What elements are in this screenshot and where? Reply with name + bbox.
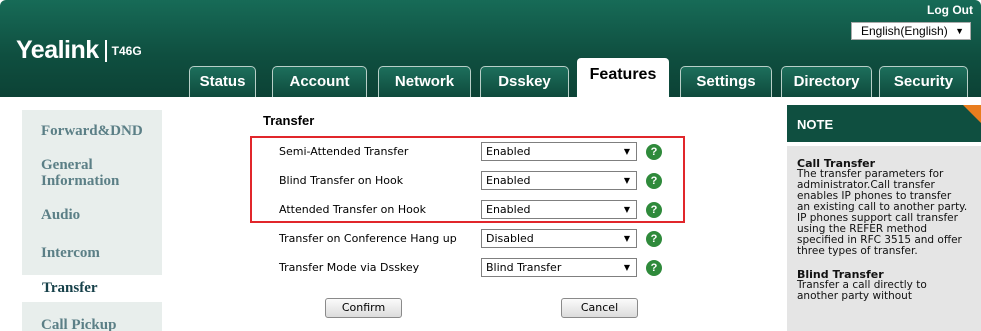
note-line: another party without (797, 290, 912, 302)
main-tabs: Status Account Network Dsskey Features S… (0, 0, 981, 97)
select-transfer-on-conference-hang-up[interactable]: Disabled ▼ (481, 229, 637, 248)
select-value: Enabled (486, 203, 531, 216)
select-value: Enabled (486, 145, 531, 158)
dropdown-arrow-icon: ▼ (623, 147, 630, 156)
note-line: three types of transfer. (797, 245, 918, 257)
sidebar-item-audio[interactable]: Audio (22, 207, 162, 223)
note-header: NOTE (787, 105, 981, 142)
label-transfer-on-conference-hang-up: Transfer on Conference Hang up (279, 232, 457, 245)
tab-security[interactable]: Security (879, 66, 968, 97)
select-value: Blind Transfer (486, 261, 562, 274)
tab-settings[interactable]: Settings (680, 66, 772, 97)
sidebar-item-transfer[interactable]: Transfer (22, 275, 162, 302)
sidebar-item-intercom[interactable]: Intercom (22, 245, 162, 261)
select-transfer-mode-via-dsskey[interactable]: Blind Transfer ▼ (481, 258, 637, 277)
sidebar-item-call-pickup[interactable]: Call Pickup (22, 317, 162, 331)
help-icon[interactable]: ? (646, 144, 662, 160)
corner-fold-icon (963, 105, 981, 123)
select-value: Enabled (486, 174, 531, 187)
help-icon[interactable]: ? (646, 260, 662, 276)
select-semi-attended-transfer[interactable]: Enabled ▼ (481, 142, 637, 161)
tab-account[interactable]: Account (272, 66, 367, 97)
note-title: NOTE (797, 117, 834, 132)
dropdown-arrow-icon: ▼ (623, 205, 630, 214)
confirm-button[interactable]: Confirm (325, 298, 402, 318)
dropdown-arrow-icon: ▼ (623, 176, 630, 185)
tab-features[interactable]: Features (576, 57, 670, 97)
tab-status[interactable]: Status (189, 66, 256, 97)
label-attended-transfer-on-hook: Attended Transfer on Hook (279, 203, 426, 216)
dropdown-arrow-icon: ▼ (623, 263, 630, 272)
label-semi-attended-transfer: Semi-Attended Transfer (279, 145, 409, 158)
sidebar-item-general-information[interactable]: General Information (22, 157, 162, 189)
label-blind-transfer-on-hook: Blind Transfer on Hook (279, 174, 404, 187)
cancel-button[interactable]: Cancel (561, 298, 638, 318)
sidebar-item-forward-dnd[interactable]: Forward&DND (22, 123, 162, 139)
tab-dsskey[interactable]: Dsskey (480, 66, 569, 97)
help-icon[interactable]: ? (646, 231, 662, 247)
label-transfer-mode-via-dsskey: Transfer Mode via Dsskey (279, 261, 420, 274)
tab-directory[interactable]: Directory (781, 66, 872, 97)
select-blind-transfer-on-hook[interactable]: Enabled ▼ (481, 171, 637, 190)
section-title: Transfer (263, 113, 315, 128)
help-icon[interactable]: ? (646, 173, 662, 189)
dropdown-arrow-icon: ▼ (623, 234, 630, 243)
note-panel: Call Transfer The transfer parameters fo… (787, 146, 981, 331)
select-value: Disabled (486, 232, 534, 245)
help-icon[interactable]: ? (646, 202, 662, 218)
tab-network[interactable]: Network (378, 66, 471, 97)
sidebar-item-label: General Information (41, 157, 120, 189)
select-attended-transfer-on-hook[interactable]: Enabled ▼ (481, 200, 637, 219)
